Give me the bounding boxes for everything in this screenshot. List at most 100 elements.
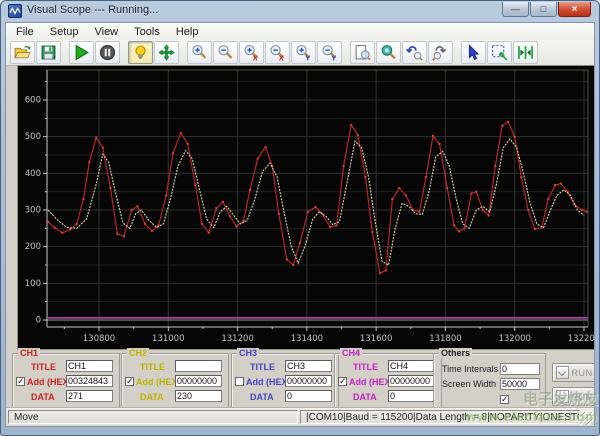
pause-icon <box>99 44 116 61</box>
title-input[interactable] <box>66 360 113 372</box>
pan-button[interactable] <box>154 41 179 64</box>
light-icon <box>135 45 146 59</box>
title-bar[interactable]: Visual Scope --- Running... — □ × <box>1 1 599 22</box>
addr-checkbox[interactable] <box>235 377 244 386</box>
select-region-button[interactable] <box>487 41 512 64</box>
menu-setup[interactable]: Setup <box>42 25 87 39</box>
measure-button[interactable] <box>513 41 538 64</box>
addr-checkbox[interactable]: ✓ <box>125 377 134 386</box>
pause-button[interactable] <box>95 41 120 64</box>
pointer-button[interactable] <box>461 41 486 64</box>
zoom-x-in-button[interactable]: X <box>239 41 264 64</box>
run-icon <box>75 44 89 61</box>
view-all-icon <box>381 45 396 60</box>
window-title: Visual Scope --- Running... <box>27 4 159 16</box>
save-button[interactable] <box>36 41 61 64</box>
close-button[interactable]: × <box>558 2 591 17</box>
run-button-label: RUN <box>571 367 593 378</box>
menu-help[interactable]: Help <box>168 25 207 39</box>
data-input[interactable] <box>388 390 435 402</box>
screen-width-input[interactable] <box>500 378 540 390</box>
menu-tools[interactable]: Tools <box>126 25 168 39</box>
channel-legend: CH3 <box>237 348 260 358</box>
svg-text:132200: 132200 <box>568 334 594 344</box>
others-legend: Others <box>439 348 473 358</box>
data-label: DATA <box>353 391 377 402</box>
svg-text:131400: 131400 <box>291 334 323 344</box>
addr-label: Add (HEX) <box>27 376 72 387</box>
svg-text:400: 400 <box>25 169 41 179</box>
addr-checkbox[interactable]: ✓ <box>338 377 347 386</box>
run-button-top[interactable]: RUN <box>552 363 594 382</box>
svg-text:600: 600 <box>25 96 41 106</box>
title-input[interactable] <box>285 360 332 372</box>
addr-checkbox[interactable]: ✓ <box>16 377 25 386</box>
zoom-out-button[interactable] <box>213 41 238 64</box>
addr-input[interactable] <box>388 375 435 387</box>
minimize-button[interactable]: — <box>502 2 529 17</box>
addr-label: Add (HEX) <box>246 376 291 387</box>
title-label: TITLE <box>140 361 165 372</box>
measure-icon <box>518 46 533 59</box>
svg-text:100: 100 <box>25 279 41 289</box>
data-input[interactable] <box>175 390 222 402</box>
zoom-in-button[interactable] <box>187 41 212 64</box>
redo-zoom-icon: ↷ <box>432 44 446 61</box>
client-area: File Setup View Tools Help X X Y Y ↶ ↷ 0 100 200 300… <box>5 22 595 427</box>
zoom-y-in-button[interactable]: Y <box>291 41 316 64</box>
view-all-button[interactable] <box>376 41 401 64</box>
undo-zoom-button[interactable]: ↶ <box>402 41 427 64</box>
window-frame: Visual Scope --- Running... — □ × File Se… <box>0 0 600 436</box>
title-input[interactable] <box>388 360 435 372</box>
time-intervals-input[interactable] <box>500 363 540 375</box>
others-checkbox[interactable]: ✓ <box>500 395 509 404</box>
data-label: DATA <box>140 391 164 402</box>
title-input[interactable] <box>175 360 222 372</box>
data-input[interactable] <box>66 390 113 402</box>
toolbar: X X Y Y ↶ ↷ <box>6 40 594 66</box>
addr-input[interactable] <box>285 375 332 387</box>
menu-file[interactable]: File <box>8 25 42 39</box>
addr-label: Add (HEX) <box>136 376 181 387</box>
addr-input[interactable] <box>175 375 222 387</box>
run-icon <box>555 390 569 403</box>
redo-zoom-button[interactable]: ↷ <box>428 41 453 64</box>
zoom-y-out-button[interactable]: Y <box>317 41 342 64</box>
zoom-y-out-icon: Y <box>322 45 337 61</box>
channel-panel-ch1: CH1 TITLE ✓Add (HEX) DATA <box>12 348 120 408</box>
channel-panel-ch2: CH2 TITLE ✓Add (HEX) DATA <box>121 348 229 408</box>
addr-label: Add (HEX) <box>349 376 394 387</box>
svg-text:X: X <box>279 53 284 61</box>
light-button[interactable] <box>128 41 153 64</box>
addr-input[interactable] <box>66 375 113 387</box>
run-button[interactable] <box>69 41 94 64</box>
open-button[interactable] <box>10 41 35 64</box>
zoom-x-out-button[interactable]: X <box>265 41 290 64</box>
data-label: DATA <box>250 391 274 402</box>
fit-page-button[interactable] <box>350 41 375 64</box>
waveform-chart: 0 100 200 300 400 500 600 130800 131000 131200 131… <box>18 66 594 349</box>
svg-text:X: X <box>253 53 258 61</box>
app-icon <box>8 4 22 18</box>
others-panel: Others Time Intervals Screen Width ✓ <box>433 348 546 408</box>
data-label: DATA <box>31 391 55 402</box>
data-input[interactable] <box>285 390 332 402</box>
resize-grip[interactable] <box>580 412 593 425</box>
title-label: TITLE <box>31 361 56 372</box>
time-intervals-label: Time Intervals <box>442 364 499 374</box>
title-label: TITLE <box>353 361 378 372</box>
svg-text:132000: 132000 <box>498 334 530 344</box>
zoom-x-out-icon: X <box>270 45 285 61</box>
channel-legend: CH1 <box>18 348 41 358</box>
status-serial-config: |COM10|Baud = 115200|Data Length = 8|NOP… <box>300 410 580 424</box>
save-icon <box>41 45 56 60</box>
screen-width-label: Screen Width <box>442 379 497 389</box>
maximize-button[interactable]: □ <box>530 2 557 17</box>
oscilloscope-plot[interactable]: 0 100 200 300 400 500 600 130800 131000 131200 131… <box>17 65 594 350</box>
svg-text:131000: 131000 <box>152 334 184 344</box>
zoom-y-in-icon: Y <box>296 45 311 61</box>
svg-text:0: 0 <box>36 316 41 326</box>
menu-view[interactable]: View <box>86 25 126 39</box>
run-button-bottom[interactable]: RUN <box>552 387 594 406</box>
svg-text:131600: 131600 <box>360 334 392 344</box>
